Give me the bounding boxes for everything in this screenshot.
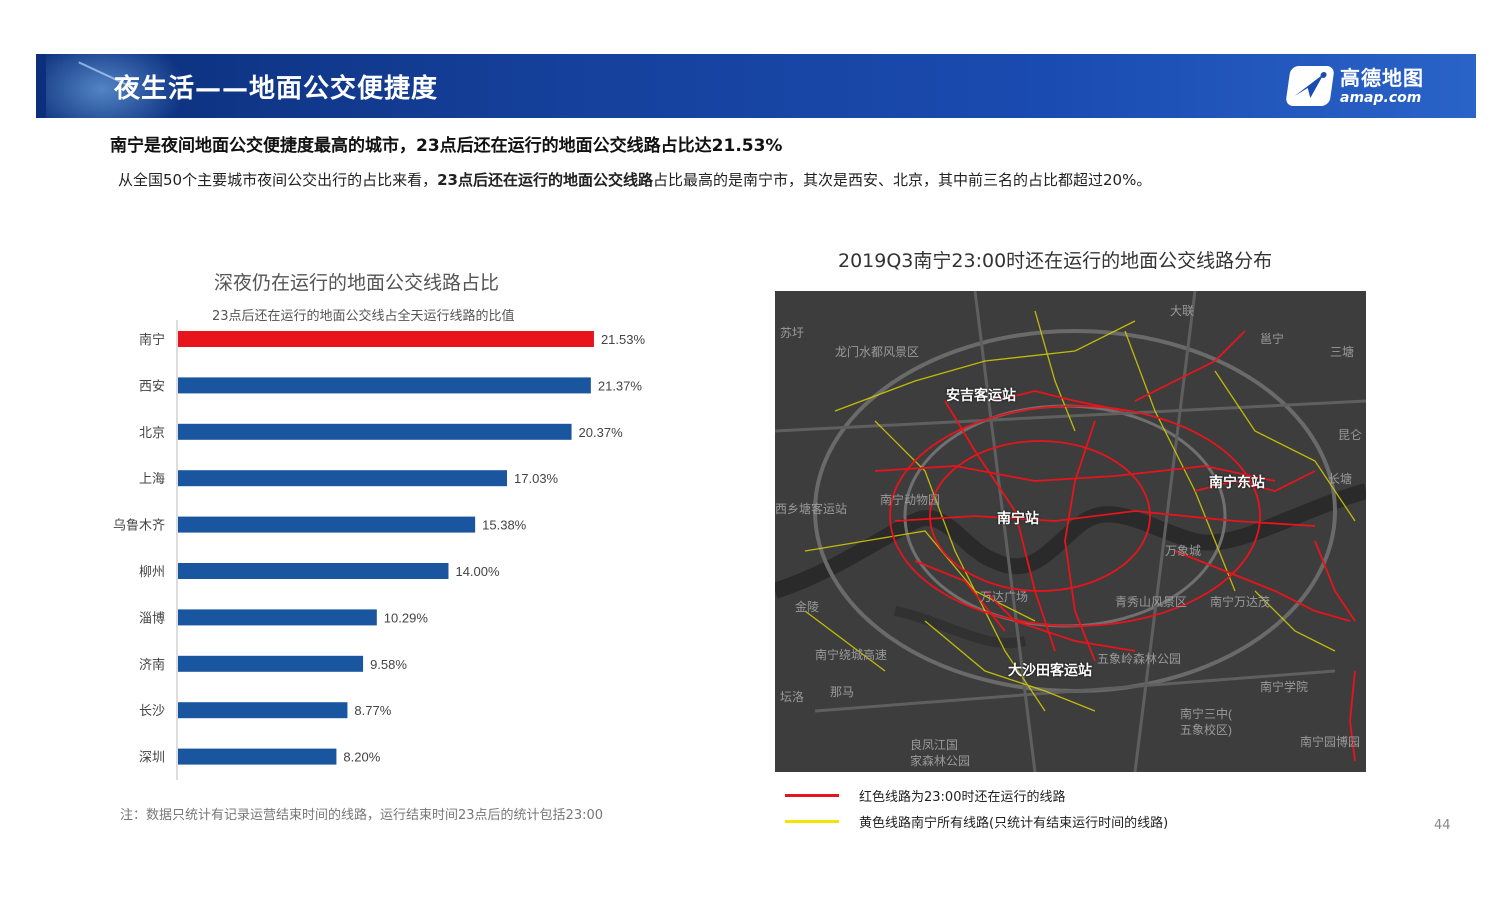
value-label-7: 9.58% xyxy=(370,657,407,672)
svg-text:青秀山风景区: 青秀山风景区 xyxy=(1115,595,1187,609)
value-label-9: 8.20% xyxy=(343,750,380,765)
value-label-8: 8.77% xyxy=(354,703,391,718)
svg-text:昆仑: 昆仑 xyxy=(1338,428,1362,442)
bar-0 xyxy=(178,331,594,347)
svg-text:大联: 大联 xyxy=(1170,304,1194,318)
svg-text:金陵: 金陵 xyxy=(795,599,819,614)
map-title: 2019Q3南宁23:00时还在运行的地面公交线路分布 xyxy=(838,250,1273,272)
legend-yellow-text: 黄色线路南宁所有线路(只统计有结束运行时间的线路) xyxy=(859,815,1169,831)
svg-text:南宁绕城高速: 南宁绕城高速 xyxy=(815,647,887,662)
bar-8 xyxy=(178,702,348,719)
map-canvas: 龙门水都风景区 南宁动物园 西乡塘客运站 万达广场 青秀山风景区 南宁万达茂 五… xyxy=(775,291,1366,772)
svg-text:五象岭森林公园: 五象岭森林公园 xyxy=(1097,651,1181,666)
legend-yellow-line xyxy=(785,819,839,823)
category-label-7: 济南 xyxy=(139,657,165,672)
svg-text:西乡塘客运站: 西乡塘客运站 xyxy=(775,501,847,516)
subline-part2: 占比最高的是南宁市，其次是西安、北京，其中前三名的占比都超过20%。 xyxy=(652,171,1152,189)
svg-text:南宁三中(: 南宁三中( xyxy=(1180,706,1232,721)
svg-text:南宁园博园: 南宁园博园 xyxy=(1300,734,1360,749)
amap-logo-icon xyxy=(1285,66,1335,106)
map-label-nanning-station: 南宁站 xyxy=(997,511,1039,527)
subline-part1: 从全国50个主要城市夜间公交出行的占比来看， xyxy=(118,171,438,189)
svg-text:南宁动物园: 南宁动物园 xyxy=(880,492,940,507)
headline: 南宁是夜间地面公交便捷度最高的城市，23点后还在运行的地面公交线路占比达21.5… xyxy=(110,136,783,156)
category-label-8: 长沙 xyxy=(139,703,165,718)
svg-text:邕宁: 邕宁 xyxy=(1260,331,1284,346)
value-label-4: 15.38% xyxy=(482,518,527,533)
page-title: 夜生活——地面公交便捷度 xyxy=(114,74,439,104)
svg-text:坛洛: 坛洛 xyxy=(780,689,804,704)
value-label-3: 17.03% xyxy=(514,471,559,486)
bar-6 xyxy=(178,609,377,626)
value-label-5: 14.00% xyxy=(455,564,500,579)
page-number: 44 xyxy=(1434,818,1451,833)
svg-text:长塘: 长塘 xyxy=(1328,471,1352,486)
transit-map: 龙门水都风景区 南宁动物园 西乡塘客运站 万达广场 青秀山风景区 南宁万达茂 五… xyxy=(775,291,1366,772)
svg-text:龙门水都风景区: 龙门水都风景区 xyxy=(835,344,919,359)
footnote: 注：数据只统计有记录运营结束时间的线路，运行结束时间23点后的统计包括23:00 xyxy=(120,808,604,823)
svg-text:万达广场: 万达广场 xyxy=(980,590,1028,604)
category-label-4: 乌鲁木齐 xyxy=(113,518,165,533)
legend-row-yellow: 黄色线路南宁所有线路(只统计有结束运行时间的线路) xyxy=(785,808,1168,834)
category-label-5: 柳州 xyxy=(139,564,165,579)
value-label-1: 21.37% xyxy=(598,378,643,393)
bar-4 xyxy=(178,516,476,533)
svg-text:五象校区): 五象校区) xyxy=(1180,722,1232,737)
bar-chart: 南宁 21.53% 西安 21.37% 北京 20.37% 上海 17.03% 乌鲁木齐 15.3… xyxy=(113,320,646,780)
bar-7 xyxy=(178,655,364,672)
svg-text:万象城: 万象城 xyxy=(1165,544,1201,558)
logo-en-text: amap.com xyxy=(1340,89,1422,106)
value-label-0: 21.53% xyxy=(601,332,646,347)
subline-bold: 23点后还在运行的地面公交线路 xyxy=(437,171,653,189)
svg-text:苏圩: 苏圩 xyxy=(780,326,804,340)
legend-red-line xyxy=(785,793,839,797)
amap-logo: 高德地图 amap.com xyxy=(1285,65,1424,106)
category-label-9: 深圳 xyxy=(139,750,165,765)
category-label-6: 淄博 xyxy=(139,610,165,625)
bar-9 xyxy=(178,748,337,765)
subline: 从全国50个主要城市夜间公交出行的占比来看，23点后还在运行的地面公交线路占比最… xyxy=(118,169,1151,190)
bar-3 xyxy=(178,470,508,487)
chart-title: 深夜仍在运行的地面公交线路占比 xyxy=(214,272,500,294)
map-label-dashatian-station: 大沙田客运站 xyxy=(1008,663,1092,679)
bar-2 xyxy=(178,423,572,440)
value-label-6: 10.29% xyxy=(384,610,429,625)
legend-row-red: 红色线路为23:00时还在运行的线路 xyxy=(785,782,1168,808)
svg-text:家森林公园: 家森林公园 xyxy=(910,753,970,768)
bar-1 xyxy=(178,377,591,394)
legend-red-text: 红色线路为23:00时还在运行的线路 xyxy=(859,789,1066,805)
map-label-nanning-east-station: 南宁东站 xyxy=(1209,475,1265,491)
bar-5 xyxy=(178,563,449,579)
svg-text:良凤江国: 良凤江国 xyxy=(910,737,958,752)
map-legend: 红色线路为23:00时还在运行的线路 黄色线路南宁所有线路(只统计有结束运行时间… xyxy=(785,782,1168,834)
svg-text:那马: 那马 xyxy=(830,685,854,699)
map-label-anji-station: 安吉客运站 xyxy=(946,388,1016,404)
svg-text:南宁学院: 南宁学院 xyxy=(1260,679,1308,694)
category-label-3: 上海 xyxy=(139,471,165,486)
category-label-1: 西安 xyxy=(139,378,165,393)
category-label-0: 南宁 xyxy=(139,332,165,347)
value-label-2: 20.37% xyxy=(579,425,624,440)
logo-cn-text: 高德地图 xyxy=(1340,65,1424,90)
svg-text:南宁万达茂: 南宁万达茂 xyxy=(1210,594,1270,609)
category-label-2: 北京 xyxy=(139,425,165,440)
header-bar: 夜生活——地面公交便捷度 高德地图 amap.com xyxy=(36,54,1476,118)
svg-text:三塘: 三塘 xyxy=(1330,344,1354,359)
